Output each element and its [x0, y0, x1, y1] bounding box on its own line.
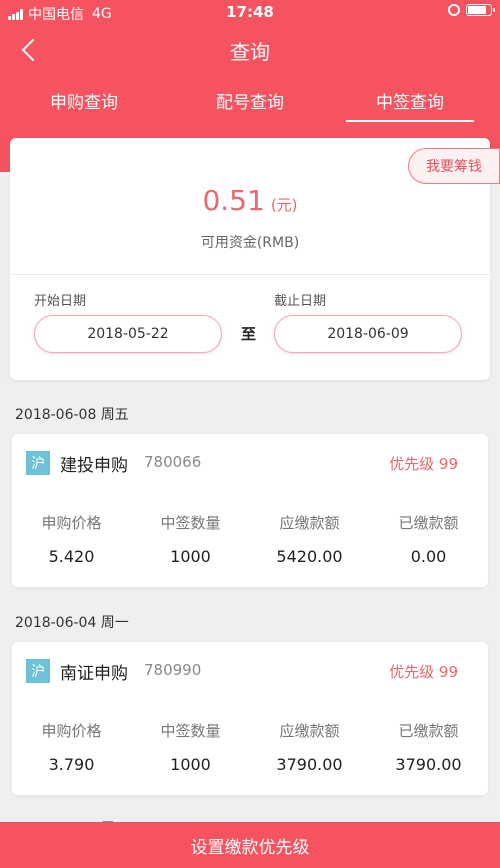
winning-quantity: 1000 — [170, 547, 211, 566]
funds-amount: 0.51 — [202, 184, 265, 217]
amount-due: 5420.00 — [276, 547, 343, 566]
column-header: 已缴款额 — [398, 514, 459, 532]
tab-subscription-query[interactable]: 申购查询 — [14, 88, 154, 122]
status-bar: 中国电信 4G 17:48 — [0, 0, 500, 26]
available-funds: 0.51 (元) — [10, 184, 490, 217]
divider — [10, 274, 490, 275]
page-title: 查询 — [230, 40, 270, 64]
status-right — [448, 4, 495, 16]
market-badge: 沪 — [26, 659, 50, 683]
subscription-price: 5.420 — [48, 547, 95, 566]
winning-record[interactable]: 沪 南证申购 780990 优先级 99 申购价格 中签数量 应缴款额 已缴款额… — [12, 642, 488, 795]
stock-code: 780990 — [144, 661, 202, 679]
column-header: 应缴款额 — [279, 722, 340, 740]
date-range-separator: 至 — [241, 325, 257, 343]
fund-card: 我要筹钱 0.51 (元) 可用资金(RMB) 开始日期 至 截止日期 — [10, 138, 500, 380]
battery-icon — [466, 4, 495, 16]
stock-name: 南证申购 — [60, 664, 128, 684]
winning-record[interactable]: 沪 建投申购 780066 优先级 99 申购价格 中签数量 应缴款额 已缴款额… — [12, 434, 488, 587]
start-date-field[interactable] — [34, 315, 222, 353]
amount-due: 3790.00 — [276, 755, 343, 774]
winning-quantity: 1000 — [170, 755, 211, 774]
stock-code: 780066 — [144, 453, 202, 471]
column-header: 中签数量 — [160, 514, 221, 532]
funds-unit: (元) — [270, 196, 298, 214]
column-header: 申购价格 — [41, 722, 102, 740]
market-badge: 沪 — [26, 451, 50, 475]
priority-label: 优先级 99 — [389, 663, 458, 681]
status-time: 17:48 — [226, 3, 274, 21]
funds-label: 可用资金(RMB) — [200, 235, 300, 251]
subscription-price: 3.790 — [48, 755, 95, 774]
start-date-label: 开始日期 — [34, 294, 87, 309]
amount-paid: 3790.00 — [395, 755, 462, 774]
group-date: 2018-06-04 周一 — [15, 615, 129, 631]
end-date-label: 截止日期 — [274, 294, 327, 309]
column-header: 应缴款额 — [279, 514, 340, 532]
column-header: 已缴款额 — [398, 722, 459, 740]
end-date-field[interactable] — [274, 315, 462, 353]
tab-bar: 申购查询 配号查询 中签查询 — [0, 88, 500, 124]
amount-paid: 0.00 — [410, 547, 447, 566]
tab-winning-query[interactable]: 中签查询 — [346, 88, 474, 122]
set-payment-priority-button[interactable]: 设置缴款优先级 — [0, 822, 500, 868]
tab-allotment-query[interactable]: 配号查询 — [180, 88, 320, 122]
alarm-icon — [448, 4, 460, 16]
column-header: 中签数量 — [160, 722, 221, 740]
raise-funds-button[interactable]: 我要筹钱 — [408, 148, 500, 184]
group-date: 2018-06-08 周五 — [15, 407, 129, 423]
stock-name: 建投申购 — [60, 456, 128, 476]
column-header: 申购价格 — [41, 514, 102, 532]
priority-label: 优先级 99 — [389, 455, 458, 473]
